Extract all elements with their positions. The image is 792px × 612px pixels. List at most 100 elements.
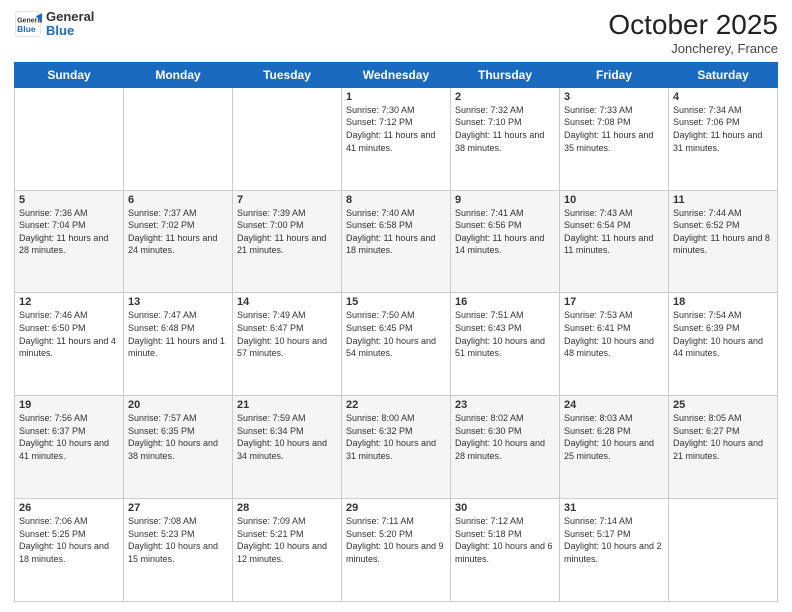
day-number-4-4: 30 — [455, 502, 555, 514]
day-cell-4-4: 30Sunrise: 7:12 AM Sunset: 5:18 PM Dayli… — [451, 499, 560, 602]
location: Joncherey, France — [608, 41, 778, 56]
day-info-4-3: Sunrise: 7:11 AM Sunset: 5:20 PM Dayligh… — [346, 515, 446, 565]
logo-general-text: General — [46, 10, 94, 24]
day-cell-0-0 — [15, 87, 124, 190]
day-cell-3-3: 22Sunrise: 8:00 AM Sunset: 6:32 PM Dayli… — [342, 396, 451, 499]
day-cell-0-4: 2Sunrise: 7:32 AM Sunset: 7:10 PM Daylig… — [451, 87, 560, 190]
day-info-0-4: Sunrise: 7:32 AM Sunset: 7:10 PM Dayligh… — [455, 104, 555, 154]
day-number-1-3: 8 — [346, 194, 446, 206]
day-cell-1-4: 9Sunrise: 7:41 AM Sunset: 6:56 PM Daylig… — [451, 190, 560, 293]
day-info-3-0: Sunrise: 7:56 AM Sunset: 6:37 PM Dayligh… — [19, 412, 119, 462]
day-info-4-5: Sunrise: 7:14 AM Sunset: 5:17 PM Dayligh… — [564, 515, 664, 565]
day-info-3-6: Sunrise: 8:05 AM Sunset: 6:27 PM Dayligh… — [673, 412, 773, 462]
day-cell-3-4: 23Sunrise: 8:02 AM Sunset: 6:30 PM Dayli… — [451, 396, 560, 499]
day-number-3-1: 20 — [128, 399, 228, 411]
svg-text:Blue: Blue — [17, 24, 36, 34]
day-info-3-5: Sunrise: 8:03 AM Sunset: 6:28 PM Dayligh… — [564, 412, 664, 462]
logo-blue-text: Blue — [46, 24, 94, 38]
day-number-0-3: 1 — [346, 91, 446, 103]
day-number-4-2: 28 — [237, 502, 337, 514]
header-thursday: Thursday — [451, 62, 560, 87]
day-number-1-1: 6 — [128, 194, 228, 206]
page: General Blue General Blue October 2025 J… — [0, 0, 792, 612]
day-cell-1-2: 7Sunrise: 7:39 AM Sunset: 7:00 PM Daylig… — [233, 190, 342, 293]
week-row-4: 26Sunrise: 7:06 AM Sunset: 5:25 PM Dayli… — [15, 499, 778, 602]
day-cell-4-1: 27Sunrise: 7:08 AM Sunset: 5:23 PM Dayli… — [124, 499, 233, 602]
header-saturday: Saturday — [669, 62, 778, 87]
day-cell-2-0: 12Sunrise: 7:46 AM Sunset: 6:50 PM Dayli… — [15, 293, 124, 396]
day-number-3-4: 23 — [455, 399, 555, 411]
day-info-2-6: Sunrise: 7:54 AM Sunset: 6:39 PM Dayligh… — [673, 309, 773, 359]
day-number-1-5: 10 — [564, 194, 664, 206]
day-cell-2-2: 14Sunrise: 7:49 AM Sunset: 6:47 PM Dayli… — [233, 293, 342, 396]
day-cell-1-1: 6Sunrise: 7:37 AM Sunset: 7:02 PM Daylig… — [124, 190, 233, 293]
day-info-4-2: Sunrise: 7:09 AM Sunset: 5:21 PM Dayligh… — [237, 515, 337, 565]
day-number-1-6: 11 — [673, 194, 773, 206]
day-cell-4-3: 29Sunrise: 7:11 AM Sunset: 5:20 PM Dayli… — [342, 499, 451, 602]
header-friday: Friday — [560, 62, 669, 87]
day-number-3-0: 19 — [19, 399, 119, 411]
header-wednesday: Wednesday — [342, 62, 451, 87]
day-info-3-1: Sunrise: 7:57 AM Sunset: 6:35 PM Dayligh… — [128, 412, 228, 462]
day-number-0-5: 3 — [564, 91, 664, 103]
month-title: October 2025 — [608, 10, 778, 41]
day-cell-2-5: 17Sunrise: 7:53 AM Sunset: 6:41 PM Dayli… — [560, 293, 669, 396]
header: General Blue General Blue October 2025 J… — [14, 10, 778, 56]
day-info-2-3: Sunrise: 7:50 AM Sunset: 6:45 PM Dayligh… — [346, 309, 446, 359]
weekday-header-row: Sunday Monday Tuesday Wednesday Thursday… — [15, 62, 778, 87]
day-cell-0-3: 1Sunrise: 7:30 AM Sunset: 7:12 PM Daylig… — [342, 87, 451, 190]
day-cell-0-5: 3Sunrise: 7:33 AM Sunset: 7:08 PM Daylig… — [560, 87, 669, 190]
day-cell-2-6: 18Sunrise: 7:54 AM Sunset: 6:39 PM Dayli… — [669, 293, 778, 396]
day-cell-4-5: 31Sunrise: 7:14 AM Sunset: 5:17 PM Dayli… — [560, 499, 669, 602]
day-number-2-2: 14 — [237, 296, 337, 308]
day-cell-3-5: 24Sunrise: 8:03 AM Sunset: 6:28 PM Dayli… — [560, 396, 669, 499]
day-info-1-0: Sunrise: 7:36 AM Sunset: 7:04 PM Dayligh… — [19, 207, 119, 257]
day-number-2-3: 15 — [346, 296, 446, 308]
day-cell-4-2: 28Sunrise: 7:09 AM Sunset: 5:21 PM Dayli… — [233, 499, 342, 602]
day-info-2-2: Sunrise: 7:49 AM Sunset: 6:47 PM Dayligh… — [237, 309, 337, 359]
day-cell-0-2 — [233, 87, 342, 190]
day-cell-4-6 — [669, 499, 778, 602]
day-info-1-3: Sunrise: 7:40 AM Sunset: 6:58 PM Dayligh… — [346, 207, 446, 257]
day-cell-2-4: 16Sunrise: 7:51 AM Sunset: 6:43 PM Dayli… — [451, 293, 560, 396]
day-number-3-3: 22 — [346, 399, 446, 411]
day-number-1-0: 5 — [19, 194, 119, 206]
day-info-1-2: Sunrise: 7:39 AM Sunset: 7:00 PM Dayligh… — [237, 207, 337, 257]
day-number-4-1: 27 — [128, 502, 228, 514]
day-number-3-5: 24 — [564, 399, 664, 411]
day-info-3-4: Sunrise: 8:02 AM Sunset: 6:30 PM Dayligh… — [455, 412, 555, 462]
day-number-2-1: 13 — [128, 296, 228, 308]
week-row-3: 19Sunrise: 7:56 AM Sunset: 6:37 PM Dayli… — [15, 396, 778, 499]
day-cell-3-6: 25Sunrise: 8:05 AM Sunset: 6:27 PM Dayli… — [669, 396, 778, 499]
calendar: Sunday Monday Tuesday Wednesday Thursday… — [14, 62, 778, 602]
day-number-2-0: 12 — [19, 296, 119, 308]
day-cell-1-6: 11Sunrise: 7:44 AM Sunset: 6:52 PM Dayli… — [669, 190, 778, 293]
day-info-1-5: Sunrise: 7:43 AM Sunset: 6:54 PM Dayligh… — [564, 207, 664, 257]
day-info-0-6: Sunrise: 7:34 AM Sunset: 7:06 PM Dayligh… — [673, 104, 773, 154]
day-info-4-1: Sunrise: 7:08 AM Sunset: 5:23 PM Dayligh… — [128, 515, 228, 565]
day-number-0-6: 4 — [673, 91, 773, 103]
day-cell-3-0: 19Sunrise: 7:56 AM Sunset: 6:37 PM Dayli… — [15, 396, 124, 499]
day-number-1-4: 9 — [455, 194, 555, 206]
week-row-2: 12Sunrise: 7:46 AM Sunset: 6:50 PM Dayli… — [15, 293, 778, 396]
day-number-1-2: 7 — [237, 194, 337, 206]
day-cell-4-0: 26Sunrise: 7:06 AM Sunset: 5:25 PM Dayli… — [15, 499, 124, 602]
day-info-4-4: Sunrise: 7:12 AM Sunset: 5:18 PM Dayligh… — [455, 515, 555, 565]
day-cell-1-0: 5Sunrise: 7:36 AM Sunset: 7:04 PM Daylig… — [15, 190, 124, 293]
day-info-4-0: Sunrise: 7:06 AM Sunset: 5:25 PM Dayligh… — [19, 515, 119, 565]
day-cell-3-1: 20Sunrise: 7:57 AM Sunset: 6:35 PM Dayli… — [124, 396, 233, 499]
day-number-2-4: 16 — [455, 296, 555, 308]
day-info-1-6: Sunrise: 7:44 AM Sunset: 6:52 PM Dayligh… — [673, 207, 773, 257]
day-number-3-2: 21 — [237, 399, 337, 411]
day-info-2-1: Sunrise: 7:47 AM Sunset: 6:48 PM Dayligh… — [128, 309, 228, 359]
week-row-1: 5Sunrise: 7:36 AM Sunset: 7:04 PM Daylig… — [15, 190, 778, 293]
day-cell-2-1: 13Sunrise: 7:47 AM Sunset: 6:48 PM Dayli… — [124, 293, 233, 396]
day-number-2-5: 17 — [564, 296, 664, 308]
day-cell-0-1 — [124, 87, 233, 190]
day-cell-1-5: 10Sunrise: 7:43 AM Sunset: 6:54 PM Dayli… — [560, 190, 669, 293]
day-info-1-1: Sunrise: 7:37 AM Sunset: 7:02 PM Dayligh… — [128, 207, 228, 257]
day-info-2-4: Sunrise: 7:51 AM Sunset: 6:43 PM Dayligh… — [455, 309, 555, 359]
header-sunday: Sunday — [15, 62, 124, 87]
day-number-0-4: 2 — [455, 91, 555, 103]
day-info-1-4: Sunrise: 7:41 AM Sunset: 6:56 PM Dayligh… — [455, 207, 555, 257]
